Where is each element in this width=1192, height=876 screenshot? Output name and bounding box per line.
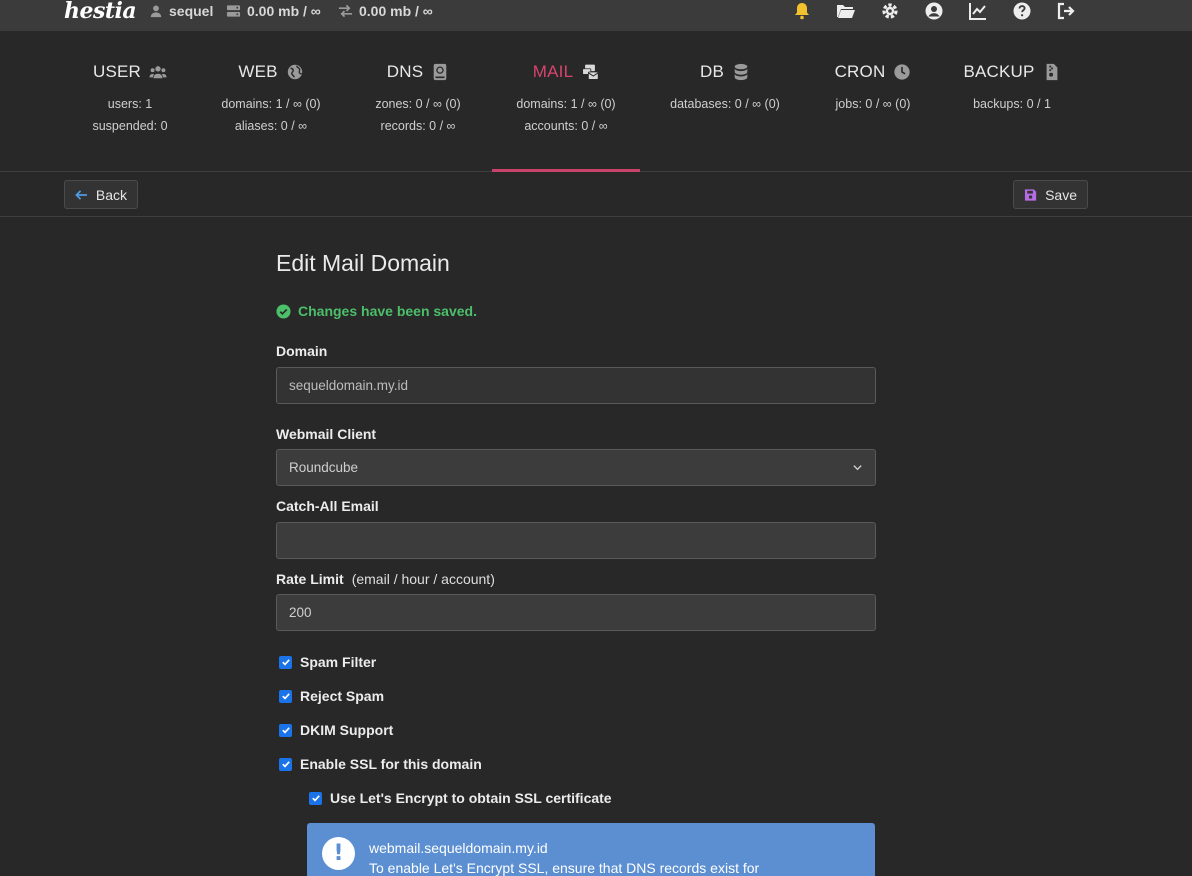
- rate-limit-hint: (email / hour / account): [351, 571, 495, 587]
- check-icon: [281, 727, 290, 734]
- database-icon: [734, 63, 748, 81]
- user-icon: [150, 5, 162, 18]
- tab-db-line1: databases: 0 / ∞ (0): [670, 97, 780, 111]
- checkbox-checked[interactable]: [279, 689, 292, 703]
- spam-filter-label: Spam Filter: [300, 654, 377, 670]
- tab-user-label: USER: [92, 62, 142, 81]
- check-icon: [281, 761, 290, 768]
- page-title: Edit Mail Domain: [276, 250, 450, 276]
- tab-mail[interactable]: MAIL domains: 1 / ∞ (0) accounts: 0 / ∞: [492, 31, 640, 173]
- exclamation-circle-icon: !: [322, 837, 355, 870]
- tab-dns-line2: records: 0 / ∞: [380, 119, 456, 133]
- rate-limit-label: Rate Limit (email / hour / account): [276, 571, 495, 587]
- info-alert-message: To enable Let's Encrypt SSL, ensure that…: [369, 860, 760, 876]
- success-alert: Changes have been saved.: [276, 303, 477, 319]
- tab-db[interactable]: DB databases: 0 / ∞ (0): [650, 31, 800, 172]
- dkim-support-label: DKIM Support: [300, 722, 394, 738]
- info-alert: ! webmail.sequeldomain.my.id To enable L…: [307, 823, 875, 876]
- rate-limit-label-text: Rate Limit: [276, 571, 344, 587]
- username: sequel: [169, 3, 214, 19]
- enable-ssl-label: Enable SSL for this domain: [300, 756, 482, 772]
- server-settings-gear-icon[interactable]: [879, 0, 901, 22]
- back-button[interactable]: Back: [64, 180, 138, 209]
- tab-cron-label: CRON: [834, 62, 886, 81]
- catch-all-email-label: Catch-All Email: [276, 498, 379, 514]
- webmail-client-select[interactable]: Roundcube: [276, 449, 876, 486]
- top-bar: hestia sequel 0.00 mb / ∞ 0.00 mb / ∞: [0, 0, 1192, 31]
- file-manager-folder-icon[interactable]: [835, 0, 857, 22]
- tab-user-line1: users: 1: [107, 97, 153, 111]
- tab-web-label: WEB: [238, 62, 278, 81]
- tab-web[interactable]: WEB domains: 1 / ∞ (0) aliases: 0 / ∞: [196, 31, 346, 172]
- tab-db-label: DB: [699, 62, 725, 81]
- tab-user-line2: suspended: 0: [92, 119, 168, 133]
- enable-ssl-checkbox[interactable]: Enable SSL for this domain: [279, 756, 482, 772]
- statistics-chart-icon[interactable]: [967, 0, 989, 22]
- back-button-label: Back: [95, 186, 127, 203]
- catch-all-email-input[interactable]: [276, 522, 876, 559]
- tab-cron-line1: jobs: 0 / ∞ (0): [835, 97, 911, 111]
- reject-spam-checkbox[interactable]: Reject Spam: [279, 688, 384, 704]
- tab-backup-line1: backups: 0 / 1: [973, 97, 1051, 111]
- tab-backup[interactable]: BACKUP backups: 0 / 1: [937, 31, 1087, 172]
- tab-web-line2: aliases: 0 / ∞: [234, 119, 308, 133]
- lets-encrypt-checkbox[interactable]: Use Let's Encrypt to obtain SSL certific…: [309, 790, 612, 806]
- save-button[interactable]: Save: [1013, 180, 1088, 209]
- check-icon: [281, 693, 290, 700]
- tab-web-line1: domains: 1 / ∞ (0): [221, 97, 321, 111]
- info-alert-domain: webmail.sequeldomain.my.id: [369, 840, 548, 856]
- domain-input[interactable]: sequeldomain.my.id: [276, 367, 876, 404]
- check-circle-icon: [276, 303, 291, 319]
- book-icon: [433, 63, 447, 81]
- checkbox-checked[interactable]: [279, 757, 292, 771]
- domain-label: Domain: [276, 343, 328, 359]
- tab-dns-label: DNS: [386, 62, 424, 81]
- save-button-label: Save: [1045, 186, 1077, 203]
- toolbar: Back Save: [0, 172, 1192, 217]
- users-icon: [149, 66, 167, 79]
- bandwidth-usage: 0.00 mb / ∞: [338, 3, 433, 19]
- stats-navigation: USER users: 1 suspended: 0 WEB domains: …: [0, 31, 1192, 173]
- bandwidth-usage-value: 0.00 mb / ∞: [359, 3, 433, 19]
- hestia-logo[interactable]: hestia: [64, 0, 137, 24]
- help-question-icon[interactable]: [1011, 0, 1033, 22]
- notifications-bell-icon[interactable]: [791, 0, 813, 22]
- disk-usage: 0.00 mb / ∞: [226, 3, 321, 19]
- logout-icon[interactable]: [1055, 0, 1077, 22]
- user-account-circle-icon[interactable]: [923, 0, 945, 22]
- tab-cron[interactable]: CRON jobs: 0 / ∞ (0): [798, 31, 948, 172]
- user-indicator[interactable]: sequel: [149, 3, 213, 19]
- check-icon: [281, 659, 290, 666]
- dkim-support-checkbox[interactable]: DKIM Support: [279, 722, 393, 738]
- rate-limit-input[interactable]: 200: [276, 594, 876, 631]
- lets-encrypt-label: Use Let's Encrypt to obtain SSL certific…: [330, 790, 612, 806]
- webmail-client-value: Roundcube: [289, 460, 359, 475]
- exchange-icon: [338, 4, 353, 18]
- mail-bulk-icon: [582, 64, 599, 80]
- check-icon: [311, 795, 320, 802]
- file-archive-icon: [1046, 63, 1057, 81]
- chevron-down-icon: [853, 465, 862, 471]
- hdd-icon: [226, 5, 241, 17]
- arrow-left-icon: [75, 189, 87, 200]
- save-floppy-icon: [1024, 188, 1037, 201]
- spam-filter-checkbox[interactable]: Spam Filter: [279, 654, 376, 670]
- disk-usage-value: 0.00 mb / ∞: [247, 3, 321, 19]
- webmail-client-label: Webmail Client: [276, 426, 377, 442]
- globe-icon: [287, 64, 302, 80]
- tab-dns-line1: zones: 0 / ∞ (0): [375, 97, 461, 111]
- tab-backup-label: BACKUP: [963, 62, 1035, 81]
- tab-user[interactable]: USER users: 1 suspended: 0: [55, 31, 205, 172]
- tab-dns[interactable]: DNS zones: 0 / ∞ (0) records: 0 / ∞: [343, 31, 493, 172]
- tab-mail-line2: accounts: 0 / ∞: [524, 119, 608, 133]
- tab-mail-label: MAIL: [532, 62, 574, 81]
- clock-icon: [894, 64, 911, 80]
- tab-mail-line1: domains: 1 / ∞ (0): [516, 97, 616, 111]
- checkbox-checked[interactable]: [279, 655, 292, 669]
- reject-spam-label: Reject Spam: [300, 688, 385, 704]
- checkbox-checked[interactable]: [309, 791, 322, 805]
- success-message: Changes have been saved.: [298, 303, 477, 319]
- checkbox-checked[interactable]: [279, 723, 292, 737]
